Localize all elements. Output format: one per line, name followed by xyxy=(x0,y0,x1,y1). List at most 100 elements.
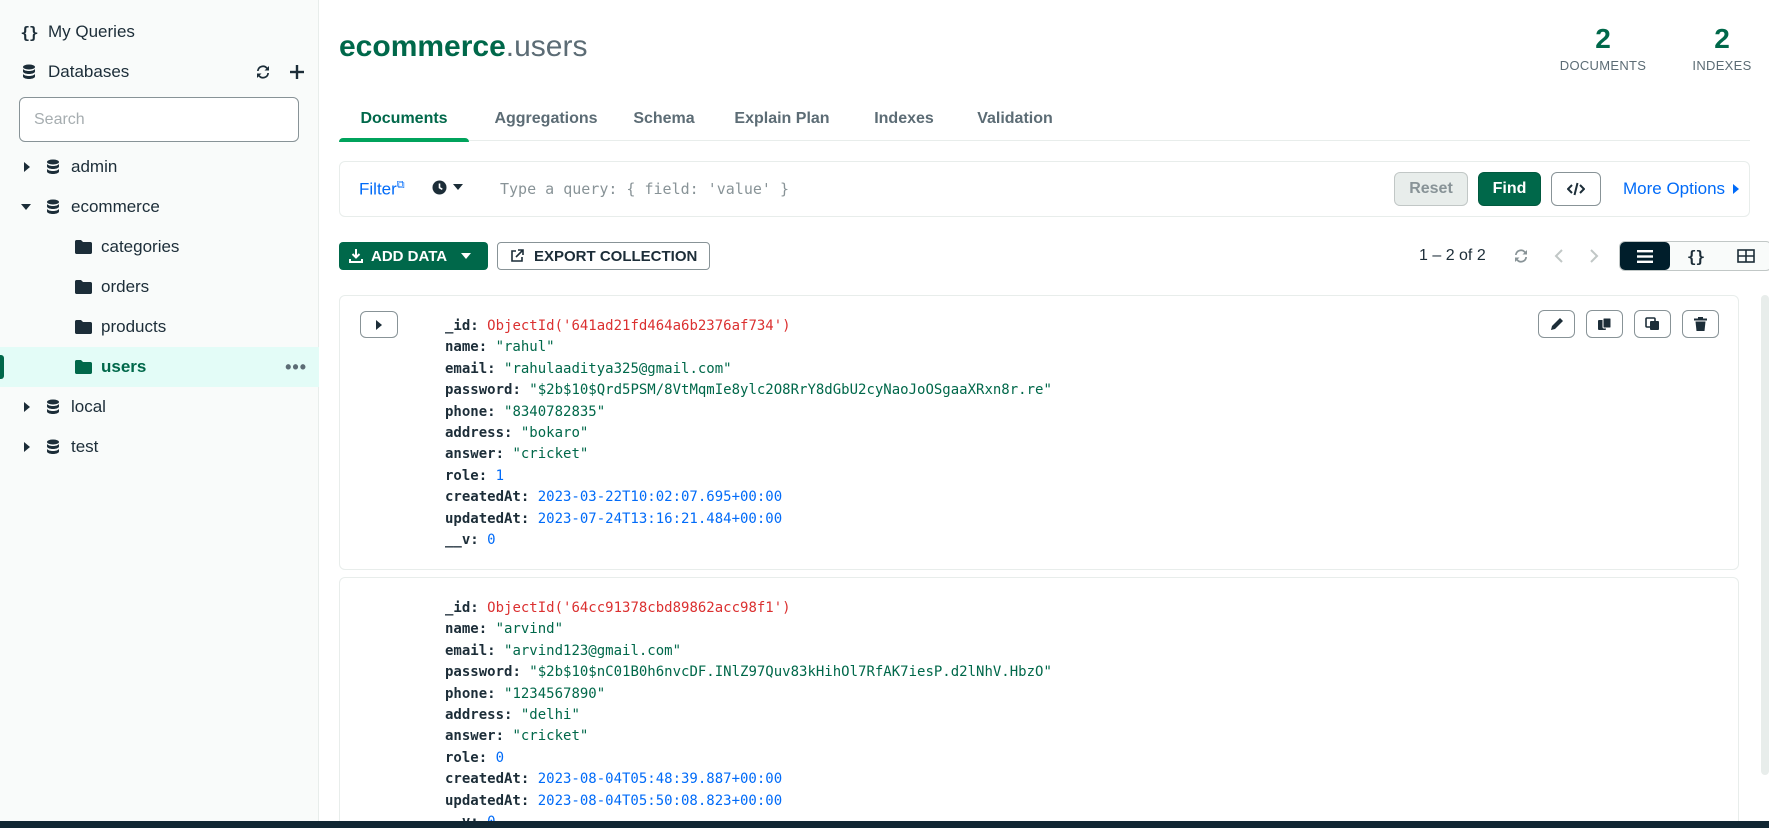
field-separator: : xyxy=(495,446,513,463)
field-separator: : xyxy=(504,424,521,441)
main-panel: ecommerce.users 2 DOCUMENTS 2 INDEXES Do… xyxy=(320,0,1769,828)
plus-icon[interactable] xyxy=(287,62,307,82)
tree-label: ecommerce xyxy=(71,197,160,216)
field-value: ObjectId('64cc91378cbd89862acc98f1') xyxy=(487,600,791,616)
field-separator: : xyxy=(520,489,538,506)
namespace-db: ecommerce xyxy=(339,30,506,63)
expand-document-button[interactable] xyxy=(360,311,398,338)
delete-document-button[interactable] xyxy=(1682,310,1719,338)
caret-right-icon[interactable] xyxy=(22,402,32,412)
my-queries-label: My Queries xyxy=(48,22,135,41)
tree-label: categories xyxy=(101,237,180,256)
filter-link[interactable]: Filter⧉ xyxy=(359,179,405,200)
document-field: _id: ObjectId('64cc91378cbd89862acc98f1'… xyxy=(445,598,1052,619)
chevron-left-icon[interactable] xyxy=(1547,244,1571,268)
field-key: address xyxy=(445,424,505,441)
sidebar-item-ecommerce[interactable]: ecommerce xyxy=(0,187,319,227)
add-data-button[interactable]: ADD DATA xyxy=(339,242,488,270)
export-code-button[interactable] xyxy=(1551,172,1601,206)
field-separator: : xyxy=(487,642,505,659)
field-separator: : xyxy=(487,360,505,377)
field-value: "$2b$10$nC01B0h6nvcDF.INlZ97Quv83kHihOl7… xyxy=(529,664,1052,681)
trash-icon xyxy=(1694,317,1707,331)
bottom-bar xyxy=(0,821,1769,828)
export-label: EXPORT COLLECTION xyxy=(534,247,698,265)
field-value: "$2b$10$Qrd5PSM/8VtMqmIe8ylc2O8RrY8dGbU2… xyxy=(529,382,1052,399)
folder-icon xyxy=(74,358,92,376)
clone-document-button[interactable] xyxy=(1634,310,1671,338)
pencil-icon xyxy=(1550,318,1563,330)
json-view-button[interactable]: {} xyxy=(1670,242,1720,270)
caret-right-icon[interactable] xyxy=(22,162,32,172)
sidebar-item-categories[interactable]: categories xyxy=(0,227,319,267)
field-value: "delhi" xyxy=(520,706,580,723)
reset-button[interactable]: Reset xyxy=(1394,172,1468,206)
tab-aggregations[interactable]: Aggregations xyxy=(483,96,609,141)
namespace-collection: .users xyxy=(505,30,588,63)
query-input[interactable] xyxy=(500,172,1200,206)
search-input[interactable] xyxy=(19,97,299,142)
refresh-icon[interactable] xyxy=(1509,244,1533,268)
copy-document-button[interactable] xyxy=(1586,310,1623,338)
table-view-button[interactable] xyxy=(1721,242,1769,270)
find-button[interactable]: Find xyxy=(1478,172,1541,206)
list-icon xyxy=(1637,249,1654,263)
field-key: email xyxy=(445,642,488,659)
tree-label: local xyxy=(71,397,106,416)
more-options-icon[interactable]: ••• xyxy=(285,357,307,378)
field-key: __v xyxy=(445,531,471,548)
tab-documents[interactable]: Documents xyxy=(339,96,469,142)
add-data-label: ADD DATA xyxy=(371,247,448,265)
field-separator: : xyxy=(487,685,505,702)
tab-schema[interactable]: Schema xyxy=(629,96,699,141)
field-key: updatedAt xyxy=(445,510,521,527)
field-value: "arvind" xyxy=(495,621,564,638)
field-key: name xyxy=(445,621,479,638)
document-field: __v: 0 xyxy=(445,530,1052,551)
sidebar-item-products[interactable]: products xyxy=(0,307,319,347)
my-queries-item[interactable]: {} My Queries xyxy=(0,12,319,52)
download-icon xyxy=(349,249,363,263)
tab-indexes[interactable]: Indexes xyxy=(869,96,939,141)
field-separator: : xyxy=(504,706,521,723)
query-bar: Filter⧉ Reset Find More Options xyxy=(339,161,1750,217)
field-value: ObjectId('641ad21fd464a6b2376af734') xyxy=(487,318,791,334)
filter-label: Filter xyxy=(359,179,397,199)
document-field: name: "rahul" xyxy=(445,337,1052,358)
refresh-icon[interactable] xyxy=(253,62,273,82)
export-collection-button[interactable]: EXPORT COLLECTION xyxy=(497,242,710,270)
sidebar-item-users[interactable]: users ••• xyxy=(0,347,319,387)
caret-right-icon xyxy=(376,319,382,330)
document-field: address: "delhi" xyxy=(445,705,1052,726)
compass-window: {} My Queries Databases Search admin eco… xyxy=(0,0,1769,828)
documents-stat: 2 DOCUMENTS xyxy=(1557,22,1649,73)
database-icon xyxy=(44,198,62,216)
edit-document-button[interactable] xyxy=(1538,310,1575,338)
field-separator: : xyxy=(487,403,505,420)
databases-header[interactable]: Databases xyxy=(0,52,319,92)
list-view-button[interactable] xyxy=(1620,242,1671,270)
tab-validation[interactable]: Validation xyxy=(971,96,1059,141)
sidebar-item-admin[interactable]: admin xyxy=(0,147,319,187)
document-field: password: "$2b$10$nC01B0h6nvcDF.INlZ97Qu… xyxy=(445,662,1052,683)
field-value: 0 xyxy=(487,531,496,548)
field-key: password xyxy=(445,382,513,399)
scrollbar[interactable] xyxy=(1761,295,1769,775)
caret-down-icon[interactable] xyxy=(21,202,31,212)
namespace-title: ecommerce.users xyxy=(339,30,587,64)
query-history-button[interactable] xyxy=(432,180,463,195)
sidebar-item-orders[interactable]: orders xyxy=(0,267,319,307)
code-icon xyxy=(1567,182,1585,196)
field-key: role xyxy=(445,749,479,766)
more-options-link[interactable]: More Options xyxy=(1623,179,1740,199)
field-value: "rahul" xyxy=(495,339,555,356)
sidebar-item-test[interactable]: test xyxy=(0,427,319,467)
chevron-right-icon[interactable] xyxy=(1582,244,1606,268)
database-icon xyxy=(44,438,62,456)
caret-down-icon xyxy=(453,184,463,190)
tab-explain-plan[interactable]: Explain Plan xyxy=(732,96,832,141)
field-value: "cricket" xyxy=(512,728,589,745)
caret-right-icon[interactable] xyxy=(22,442,32,452)
indexes-stat: 2 INDEXES xyxy=(1690,22,1754,73)
sidebar-item-local[interactable]: local xyxy=(0,387,319,427)
